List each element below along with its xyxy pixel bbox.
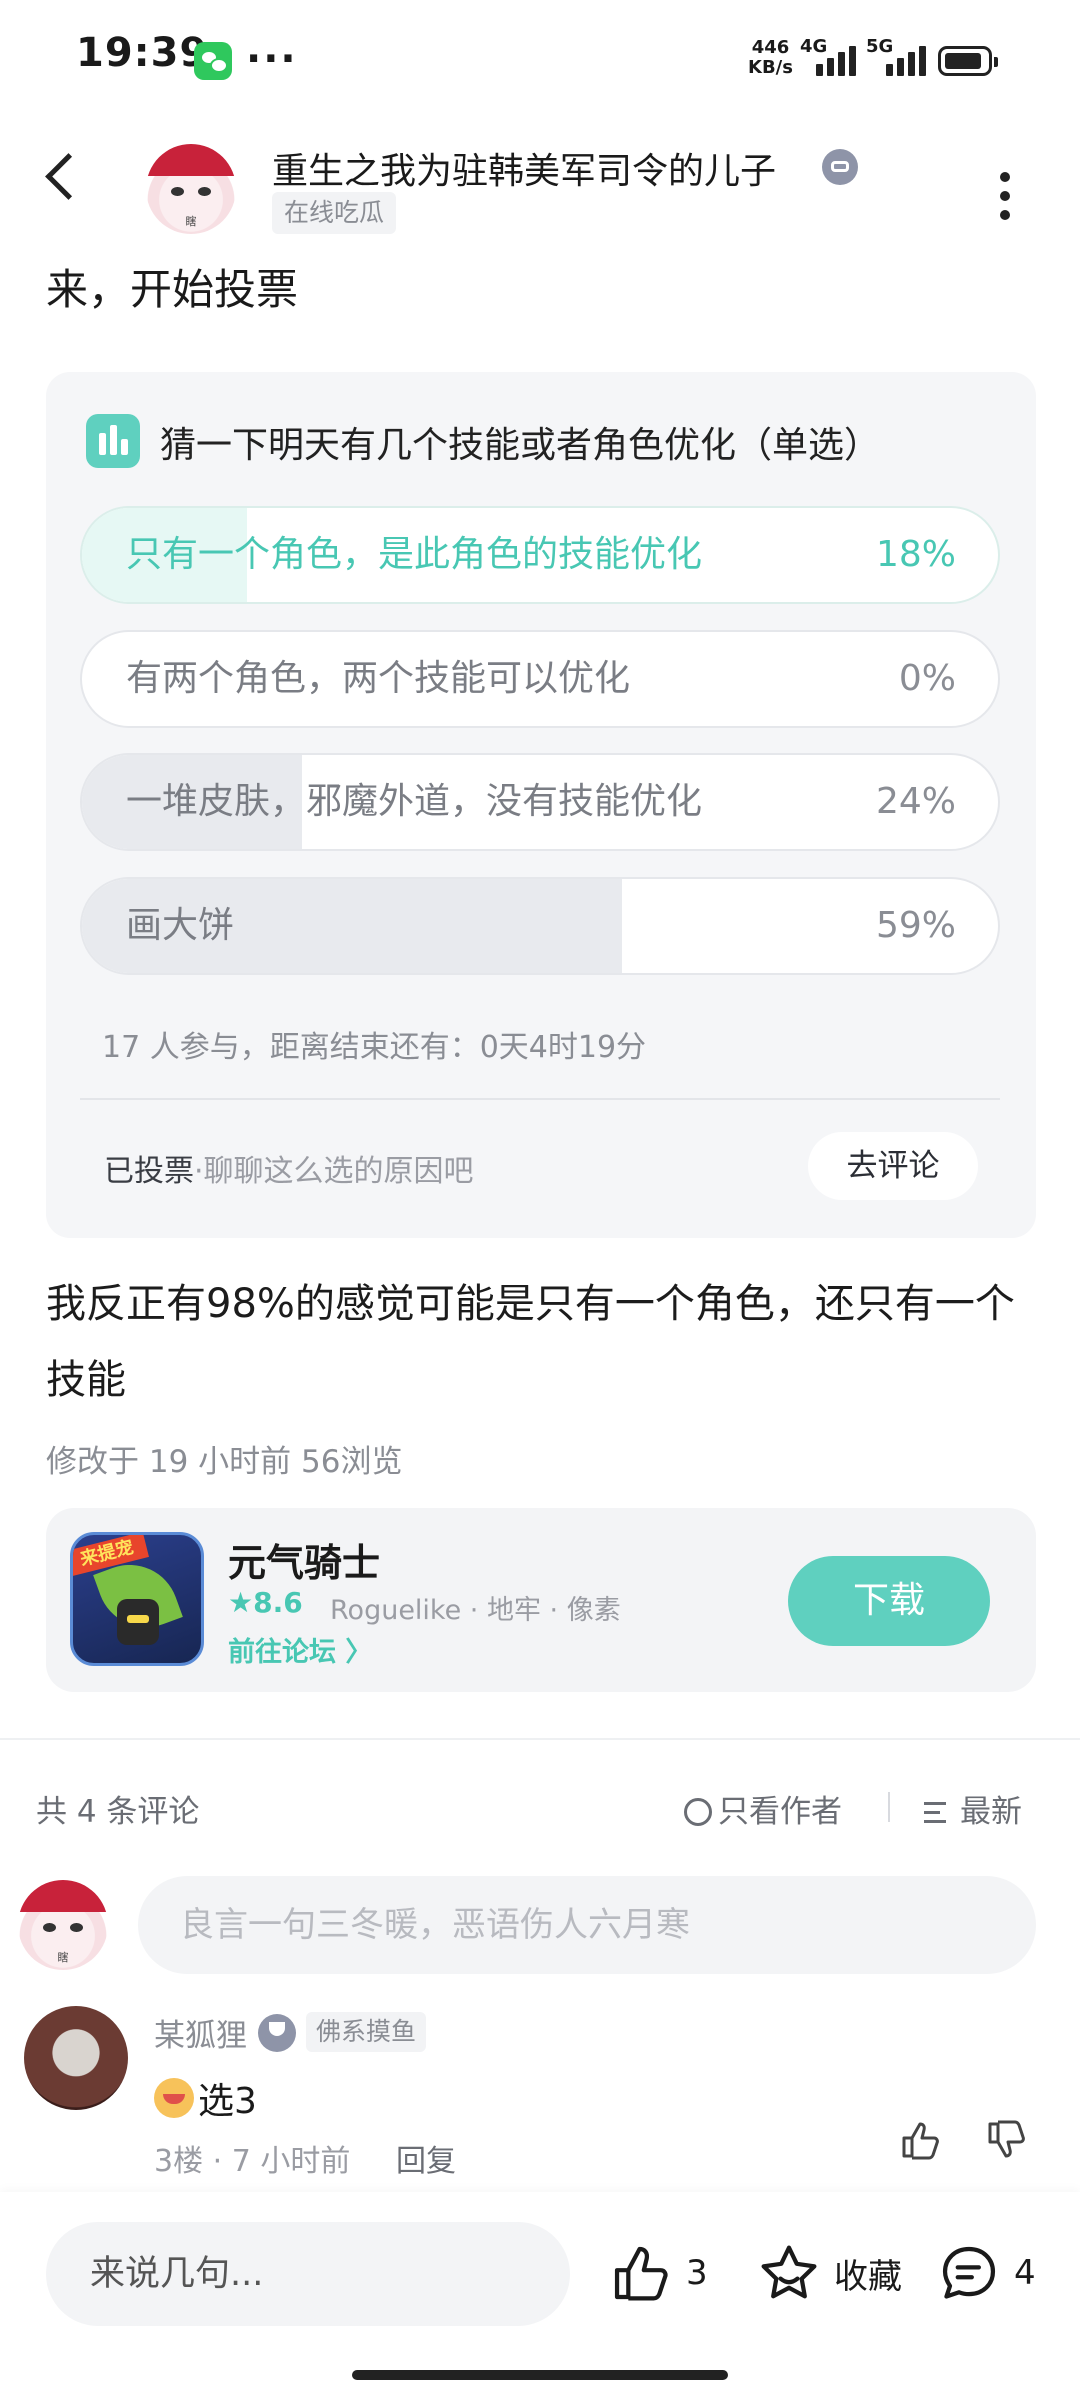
comments-count: 共 4 条评论 [36,1794,200,1830]
back-icon[interactable] [45,153,92,200]
status-time: 19:39 [76,30,209,76]
signal-5g: 5G [866,36,926,76]
poll-option-3[interactable]: 一堆皮肤，邪魔外道，没有技能优化 24% [80,753,1000,851]
post-meta: 修改于 19 小时前 56浏览 [46,1444,403,1480]
poll-option-4[interactable]: 画大饼 59% [80,877,1000,975]
thumbs-up-icon [614,2246,668,2301]
like-button[interactable]: 3 [610,2238,708,2308]
commenter-name[interactable]: 某狐狸 [154,2010,247,2055]
author-name[interactable]: 重生之我为驻韩美军司令的儿子 [272,142,776,194]
poll-meta: 17 人参与，距离结束还有：0天4时19分 [102,1030,647,1065]
avatar-tag: 瞎 [57,1950,69,1964]
author-status: 在线吃瓜 [272,192,397,234]
commenter-tag: 佛系摸鱼 [306,2012,427,2052]
game-app-icon[interactable]: 来提宠 [70,1532,204,1666]
poll-option-1[interactable]: 只有一个角色，是此角色的技能优化 18% [80,506,1000,604]
poll-option-percent: 59% [875,905,956,946]
download-button[interactable]: 下载 [788,1556,990,1646]
say-something-input[interactable]: 来说几句... [46,2222,570,2326]
avatar-tag: 瞎 [185,214,197,228]
only-author-toggle[interactable]: 只看作者 [684,1786,842,1831]
my-avatar: 瞎 [18,1880,108,1970]
comment-bubble-icon [942,2246,996,2299]
voted-label: 已投票 [104,1154,194,1189]
wechat-icon [194,42,232,80]
like-count: 3 [686,2253,708,2293]
radio-circle-icon [684,1798,712,1826]
more-options-icon[interactable] [1000,172,1010,229]
commenter-avatar[interactable] [24,2006,128,2110]
voted-status: 已投票·聊聊这么选的原因吧 [104,1146,474,1190]
sort-label: 最新 [960,1794,1022,1830]
poll-option-label: 只有一个角色，是此角色的技能优化 [126,534,703,575]
voted-hint: ·聊聊这么选的原因吧 [194,1154,474,1189]
star-icon [761,2245,817,2299]
game-tags: Roguelike · 地牢 · 像素 [330,1595,621,1626]
poll-option-percent: 0% [898,658,956,699]
sort-icon [924,1800,952,1824]
post-body: 我反正有98%的感觉可能是只有一个角色，还只有一个技能 [46,1281,1015,1403]
emoji-icon [154,2078,194,2118]
divider [80,1098,1000,1100]
comment-input[interactable] [138,1876,1036,1974]
reply-button[interactable]: 回复 [396,2136,456,2180]
trophy-badge-icon [258,2014,296,2052]
home-indicator[interactable] [352,2370,728,2380]
network-speed: 446 KB/s [748,38,793,78]
poll-option-label: 一堆皮肤，邪魔外道，没有技能优化 [126,781,703,822]
game-rating: ★8.6 [228,1586,303,1619]
favorite-label: 收藏 [834,2256,902,2297]
poll-question: 猜一下明天有几个技能或者角色优化（单选） [160,425,881,466]
divider [888,1792,890,1822]
signal-bars-icon [886,46,926,76]
comment-button[interactable]: 4 [938,2238,1036,2308]
comment-text: 选3 [198,2081,257,2122]
author-avatar[interactable]: 瞎 [146,144,236,234]
comment-count: 4 [1014,2253,1036,2293]
poll-chart-icon [86,414,140,468]
battery-icon [938,46,998,76]
go-comment-button[interactable]: 去评论 [808,1132,978,1200]
poll-option-percent: 24% [875,781,956,822]
status-more-icon: ··· [246,36,298,82]
sort-toggle[interactable]: 最新 [924,1786,1022,1831]
poll-option-percent: 18% [875,534,956,575]
signal-bars-icon [816,46,856,76]
game-badge-icon [822,149,858,185]
only-author-label: 只看作者 [718,1794,842,1830]
signal-4g: 4G [800,36,856,76]
poll-option-label: 有两个角色，两个技能可以优化 [126,658,631,699]
game-name[interactable]: 元气骑士 [228,1532,380,1587]
favorite-button[interactable]: 收藏 [758,2238,902,2308]
comment-input-box[interactable] [138,1876,1036,1974]
dislike-comment-icon[interactable] [984,2118,1028,2162]
network-speed-value: 446 [751,37,790,58]
section-divider [0,1738,1080,1740]
poll-option-2[interactable]: 有两个角色，两个技能可以优化 0% [80,630,1000,728]
like-comment-icon[interactable] [898,2118,942,2162]
poll-option-label: 画大饼 [126,905,235,946]
network-speed-unit: KB/s [748,57,793,78]
comment-meta: 3楼 · 7 小时前 [154,2144,351,2179]
game-forum-link[interactable]: 前往论坛 〉 [228,1630,372,1669]
post-title: 来，开始投票 [46,265,299,314]
